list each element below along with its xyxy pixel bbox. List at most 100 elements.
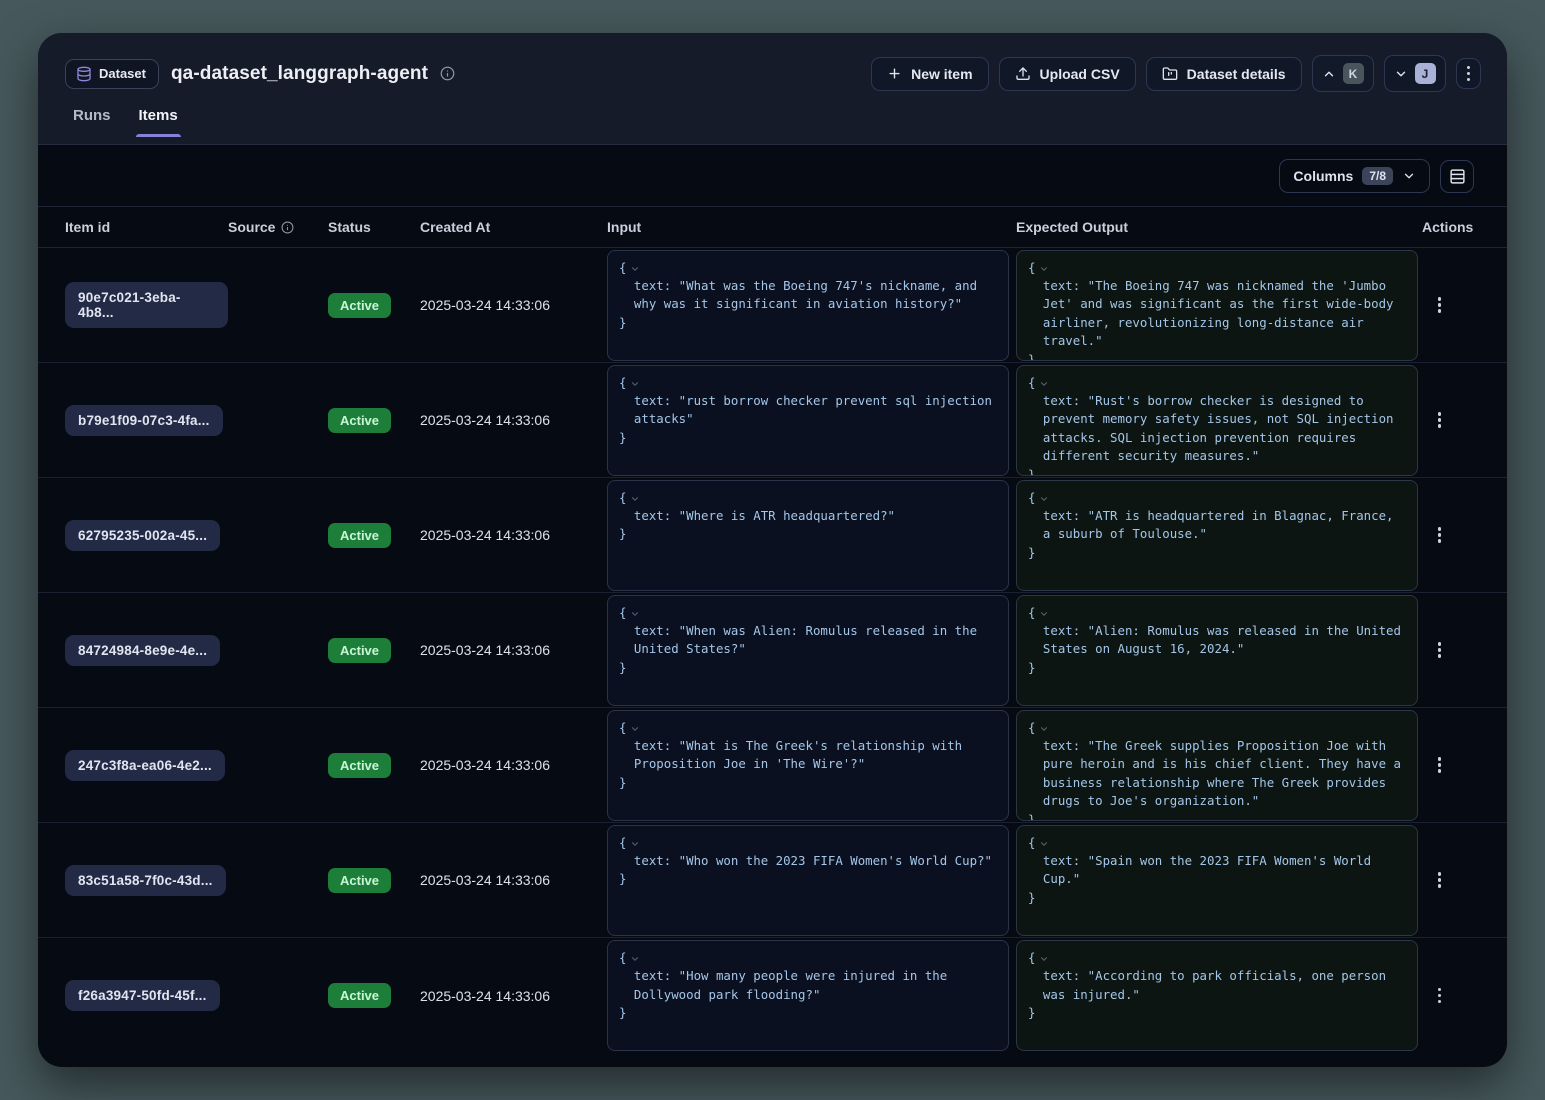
plus-icon xyxy=(887,66,902,81)
expected-output-json-preview[interactable]: { text: "According to park officials, on… xyxy=(1016,940,1418,1051)
collapse-chevron-icon[interactable] xyxy=(630,724,640,734)
header-more-actions-button[interactable] xyxy=(1456,58,1482,90)
row-actions-button[interactable] xyxy=(1432,751,1448,779)
item-id-badge[interactable]: 83c51a58-7f0c-43d... xyxy=(65,865,226,896)
table-row[interactable]: 90e7c021-3eba-4b8... Active 2025-03-24 1… xyxy=(38,248,1507,363)
row-actions-button[interactable] xyxy=(1432,406,1448,434)
created-at-cell: 2025-03-24 14:33:06 xyxy=(420,527,607,543)
status-badge: Active xyxy=(328,638,391,663)
row-actions-button[interactable] xyxy=(1432,291,1448,319)
row-actions-button[interactable] xyxy=(1432,521,1448,549)
column-header-input[interactable]: Input xyxy=(607,219,1016,235)
expected-output-text: text: "According to park officials, one … xyxy=(1028,967,1406,1004)
status-badge: Active xyxy=(328,408,391,433)
collapse-chevron-icon[interactable] xyxy=(630,264,640,274)
close-brace: } xyxy=(1028,544,1406,562)
item-id-badge[interactable]: 62795235-002a-45... xyxy=(65,520,220,551)
row-actions-button[interactable] xyxy=(1432,982,1448,1010)
tab-items[interactable]: Items xyxy=(139,107,178,137)
input-json-preview[interactable]: { text: "What is The Greek's relationshi… xyxy=(607,710,1009,821)
collapse-chevron-icon[interactable] xyxy=(1039,954,1049,964)
close-brace: } xyxy=(1028,811,1406,821)
collapse-chevron-icon[interactable] xyxy=(630,609,640,619)
collapse-chevron-icon[interactable] xyxy=(630,839,640,849)
columns-button[interactable]: Columns 7/8 xyxy=(1279,159,1430,193)
item-id-badge[interactable]: f26a3947-50fd-45f... xyxy=(65,980,220,1011)
dataset-details-label: Dataset details xyxy=(1187,66,1286,82)
actions-cell xyxy=(1422,751,1475,779)
input-cell: { text: "rust borrow checker prevent sql… xyxy=(607,363,1016,477)
input-json-preview[interactable]: { text: "Who won the 2023 FIFA Women's W… xyxy=(607,825,1009,936)
input-json-preview[interactable]: { text: "How many people were injured in… xyxy=(607,940,1009,1051)
title-info-icon[interactable] xyxy=(440,66,455,81)
close-brace: } xyxy=(619,870,997,888)
close-brace: } xyxy=(1028,889,1406,907)
new-item-button[interactable]: New item xyxy=(871,57,988,91)
database-icon xyxy=(76,66,92,82)
open-brace: { xyxy=(619,259,626,277)
rows-icon xyxy=(1449,168,1466,185)
collapse-chevron-icon[interactable] xyxy=(1039,609,1049,619)
chevron-down-icon xyxy=(1394,67,1408,81)
column-header-created-at[interactable]: Created At xyxy=(420,219,607,235)
input-text: text: "When was Alien: Romulus released … xyxy=(619,622,997,659)
open-brace: { xyxy=(619,374,626,392)
input-cell: { text: "Who won the 2023 FIFA Women's W… xyxy=(607,823,1016,937)
row-height-button[interactable] xyxy=(1440,160,1474,193)
close-brace: } xyxy=(619,774,997,792)
expected-output-cell: { text: "The Greek supplies Proposition … xyxy=(1016,708,1422,822)
collapse-chevron-icon[interactable] xyxy=(630,379,640,389)
expected-output-json-preview[interactable]: { text: "ATR is headquartered in Blagnac… xyxy=(1016,480,1418,591)
collapse-chevron-icon[interactable] xyxy=(630,954,640,964)
upload-csv-button[interactable]: Upload CSV xyxy=(999,57,1136,91)
row-actions-button[interactable] xyxy=(1432,636,1448,664)
expected-output-json-preview[interactable]: { text: "Spain won the 2023 FIFA Women's… xyxy=(1016,825,1418,936)
collapse-chevron-icon[interactable] xyxy=(1039,724,1049,734)
input-json-preview[interactable]: { text: "rust borrow checker prevent sql… xyxy=(607,365,1009,476)
tab-runs[interactable]: Runs xyxy=(73,107,111,137)
next-item-button[interactable]: J xyxy=(1384,55,1446,92)
expected-output-cell: { text: "Spain won the 2023 FIFA Women's… xyxy=(1016,823,1422,937)
column-header-item-id[interactable]: Item id xyxy=(65,219,228,235)
table-row[interactable]: f26a3947-50fd-45f... Active 2025-03-24 1… xyxy=(38,938,1507,1053)
collapse-chevron-icon[interactable] xyxy=(630,494,640,504)
item-id-badge[interactable]: b79e1f09-07c3-4fa... xyxy=(65,405,223,436)
dataset-type-chip[interactable]: Dataset xyxy=(65,59,159,89)
column-header-expected-output[interactable]: Expected Output xyxy=(1016,219,1422,235)
table-row[interactable]: 62795235-002a-45... Active 2025-03-24 14… xyxy=(38,478,1507,593)
column-header-source[interactable]: Source xyxy=(228,219,328,235)
panel-header: Dataset qa-dataset_langgraph-agent New i… xyxy=(38,33,1507,145)
status-badge: Active xyxy=(328,868,391,893)
previous-item-button[interactable]: K xyxy=(1312,55,1374,92)
collapse-chevron-icon[interactable] xyxy=(1039,839,1049,849)
input-json-preview[interactable]: { text: "Where is ATR headquartered?" } xyxy=(607,480,1009,591)
table-row[interactable]: b79e1f09-07c3-4fa... Active 2025-03-24 1… xyxy=(38,363,1507,478)
expected-output-json-preview[interactable]: { text: "The Greek supplies Proposition … xyxy=(1016,710,1418,821)
row-actions-button[interactable] xyxy=(1432,866,1448,894)
table-row[interactable]: 247c3f8a-ea06-4e2... Active 2025-03-24 1… xyxy=(38,708,1507,823)
input-json-preview[interactable]: { text: "What was the Boeing 747's nickn… xyxy=(607,250,1009,361)
kebab-icon xyxy=(1438,872,1442,888)
new-item-label: New item xyxy=(911,66,972,82)
column-header-status[interactable]: Status xyxy=(328,219,420,235)
table-row[interactable]: 83c51a58-7f0c-43d... Active 2025-03-24 1… xyxy=(38,823,1507,938)
dataset-details-button[interactable]: Dataset details xyxy=(1146,57,1302,91)
collapse-chevron-icon[interactable] xyxy=(1039,494,1049,504)
item-id-cell: 84724984-8e9e-4e... xyxy=(65,635,228,666)
item-id-badge[interactable]: 247c3f8a-ea06-4e2... xyxy=(65,750,225,781)
item-id-badge[interactable]: 90e7c021-3eba-4b8... xyxy=(65,282,228,328)
shortcut-key-k: K xyxy=(1343,63,1364,84)
expected-output-json-preview[interactable]: { text: "Rust's borrow checker is design… xyxy=(1016,365,1418,476)
source-info-icon[interactable] xyxy=(281,221,294,234)
collapse-chevron-icon[interactable] xyxy=(1039,379,1049,389)
collapse-chevron-icon[interactable] xyxy=(1039,264,1049,274)
close-brace: } xyxy=(1028,351,1406,361)
close-brace: } xyxy=(1028,1004,1406,1022)
item-id-badge[interactable]: 84724984-8e9e-4e... xyxy=(65,635,220,666)
expected-output-json-preview[interactable]: { text: "Alien: Romulus was released in … xyxy=(1016,595,1418,706)
table-row[interactable]: 84724984-8e9e-4e... Active 2025-03-24 14… xyxy=(38,593,1507,708)
created-at-cell: 2025-03-24 14:33:06 xyxy=(420,297,607,313)
input-json-preview[interactable]: { text: "When was Alien: Romulus release… xyxy=(607,595,1009,706)
expected-output-json-preview[interactable]: { text: "The Boeing 747 was nicknamed th… xyxy=(1016,250,1418,361)
input-cell: { text: "Where is ATR headquartered?" } xyxy=(607,478,1016,592)
